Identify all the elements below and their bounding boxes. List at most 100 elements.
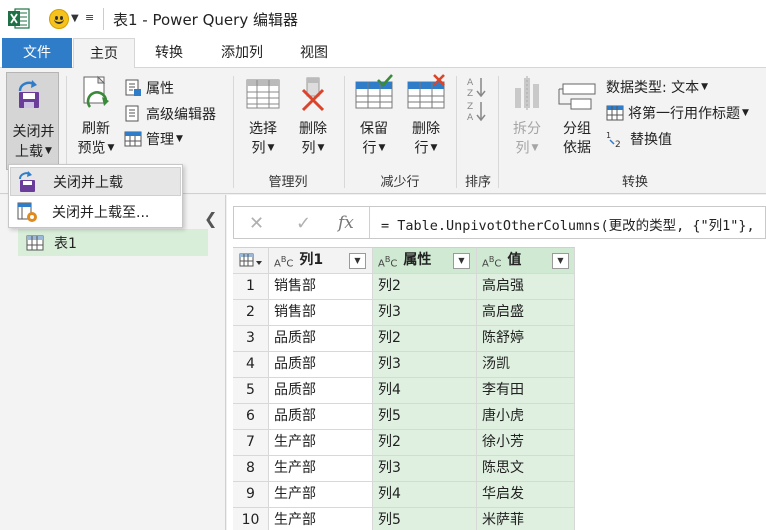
svg-text:A: A [467, 113, 474, 122]
table-menu-button[interactable] [233, 247, 269, 274]
cell-col1[interactable]: 品质部 [269, 326, 373, 352]
row-number[interactable]: 5 [233, 378, 269, 404]
use-first-row-header-button[interactable]: 将第一行用作标题 ▼ [606, 102, 749, 124]
tab-add-column[interactable]: 添加列 [212, 38, 272, 68]
cell-attribute[interactable]: 列5 [373, 404, 477, 430]
query-item[interactable]: 表1 [18, 229, 208, 256]
formula-cancel-icon[interactable]: ✕ [249, 213, 264, 234]
cell-value[interactable]: 陈舒婷 [477, 326, 575, 352]
cell-col1[interactable]: 销售部 [269, 274, 373, 300]
cell-value[interactable]: 华启发 [477, 482, 575, 508]
cell-col1[interactable]: 生产部 [269, 456, 373, 482]
quick-access-customize-icon[interactable]: ≡ [85, 11, 94, 24]
cell-attribute[interactable]: 列5 [373, 508, 477, 530]
close-load-icon [18, 80, 39, 108]
cell-attribute[interactable]: 列2 [373, 274, 477, 300]
cell-value[interactable]: 徐小芳 [477, 430, 575, 456]
cell-value[interactable]: 李有田 [477, 378, 575, 404]
column-header-attribute[interactable]: ABC 属性 ▼ [373, 247, 477, 274]
cell-value[interactable]: 唐小虎 [477, 404, 575, 430]
column-header-col1[interactable]: ABC 列1 ▼ [269, 247, 373, 274]
keep-rows-button[interactable]: 保留 行 ▼ [350, 74, 398, 159]
group-label-manage-columns: 管理列 [268, 175, 308, 190]
replace-values-button[interactable]: 12 替换值 [606, 128, 672, 150]
cell-col1[interactable]: 生产部 [269, 430, 373, 456]
remove-rows-icon [407, 74, 445, 109]
remove-rows-button[interactable]: 删除 行 ▼ [402, 74, 450, 159]
group-by-button[interactable]: 分组 依据 [554, 74, 600, 158]
cell-attribute[interactable]: 列3 [373, 300, 477, 326]
filter-dropdown-icon[interactable]: ▼ [349, 253, 366, 269]
row-number[interactable]: 6 [233, 404, 269, 430]
tab-home[interactable]: 主页 [73, 38, 135, 69]
row-number[interactable]: 3 [233, 326, 269, 352]
menu-item-close-load[interactable]: 关闭并上载 [10, 167, 181, 196]
sort-ascending-button[interactable]: AZ [466, 76, 488, 99]
feedback-dropdown-icon[interactable]: ▼ [71, 13, 79, 24]
cell-col1[interactable]: 销售部 [269, 300, 373, 326]
feedback-smiley-icon[interactable] [49, 9, 69, 29]
cell-col1[interactable]: 品质部 [269, 352, 373, 378]
svg-text:2: 2 [615, 140, 621, 148]
refresh-preview-button[interactable]: 刷新 预览 ▼ [72, 74, 120, 159]
cell-attribute[interactable]: 列3 [373, 456, 477, 482]
cell-attribute[interactable]: 列2 [373, 430, 477, 456]
row-number[interactable]: 1 [233, 274, 269, 300]
menu-item-close-load-to[interactable]: 关闭并上载至... [10, 197, 181, 226]
properties-button[interactable]: 属性 [124, 77, 174, 99]
cell-value[interactable]: 高启盛 [477, 300, 575, 326]
cell-value[interactable]: 高启强 [477, 274, 575, 300]
cell-col1[interactable]: 生产部 [269, 482, 373, 508]
column-header-value[interactable]: ABC 值 ▼ [477, 247, 575, 274]
data-type-dropdown[interactable]: 数据类型: 文本 ▼ [606, 76, 708, 98]
row-number[interactable]: 10 [233, 508, 269, 530]
row-number[interactable]: 8 [233, 456, 269, 482]
row-number[interactable]: 2 [233, 300, 269, 326]
cell-attribute[interactable]: 列3 [373, 352, 477, 378]
split-column-icon [515, 76, 539, 112]
collapse-pane-chevron-icon[interactable]: ❮ [204, 209, 217, 228]
choose-columns-button[interactable]: 选择 列 ▼ [240, 74, 286, 159]
cell-attribute[interactable]: 列2 [373, 326, 477, 352]
tab-transform[interactable]: 转换 [145, 38, 193, 68]
cell-attribute[interactable]: 列4 [373, 378, 477, 404]
cell-value[interactable]: 汤凯 [477, 352, 575, 378]
tab-view[interactable]: 视图 [290, 38, 338, 68]
cell-col1[interactable]: 生产部 [269, 508, 373, 530]
formula-confirm-icon[interactable]: ✓ [296, 213, 311, 234]
cell-attribute[interactable]: 列4 [373, 482, 477, 508]
sort-descending-icon: ZA [467, 102, 486, 123]
manage-button[interactable]: 管理 ▼ [124, 128, 183, 150]
fx-icon[interactable]: fx [338, 213, 354, 233]
close-load-button[interactable]: 关闭并 上载 ▼ [6, 72, 59, 170]
svg-text:1: 1 [606, 131, 611, 140]
text-type-icon[interactable]: ABC [274, 254, 293, 270]
row-number[interactable]: 4 [233, 352, 269, 378]
tab-file[interactable]: 文件 [2, 38, 72, 68]
split-column-button[interactable]: 拆分 列 ▼ [504, 74, 550, 159]
filter-dropdown-icon[interactable]: ▼ [552, 253, 569, 269]
text-type-icon[interactable]: ABC [482, 254, 501, 270]
row-number[interactable]: 9 [233, 482, 269, 508]
manage-table-icon [124, 131, 142, 147]
sort-descending-button[interactable]: ZA [466, 100, 488, 123]
cell-col1[interactable]: 品质部 [269, 404, 373, 430]
cell-col1[interactable]: 品质部 [269, 378, 373, 404]
advanced-editor-button[interactable]: 高级编辑器 [124, 103, 216, 125]
svg-text:A: A [467, 78, 474, 88]
cell-value[interactable]: 米萨菲 [477, 508, 575, 530]
chevron-down-icon: ▼ [176, 134, 183, 144]
cell-value[interactable]: 陈思文 [477, 456, 575, 482]
window-title: 表1 - Power Query 编辑器 [113, 11, 298, 29]
text-type-icon[interactable]: ABC [378, 254, 397, 270]
remove-columns-button[interactable]: 删除 列 ▼ [290, 74, 336, 159]
group-label-sort: 排序 [464, 175, 491, 190]
close-load-to-icon [17, 202, 37, 222]
formula-text[interactable]: = Table.UnpivotOtherColumns(更改的类型, {"列1"… [381, 214, 755, 234]
close-load-menu: 关闭并上载 关闭并上载至... [8, 164, 183, 228]
filter-dropdown-icon[interactable]: ▼ [453, 253, 470, 269]
chevron-down-icon: ▼ [742, 108, 749, 118]
row-number[interactable]: 7 [233, 430, 269, 456]
chevron-down-icon: ▼ [430, 143, 438, 153]
formula-bar: ✕ ✓ fx = Table.UnpivotOtherColumns(更改的类型… [233, 206, 766, 239]
